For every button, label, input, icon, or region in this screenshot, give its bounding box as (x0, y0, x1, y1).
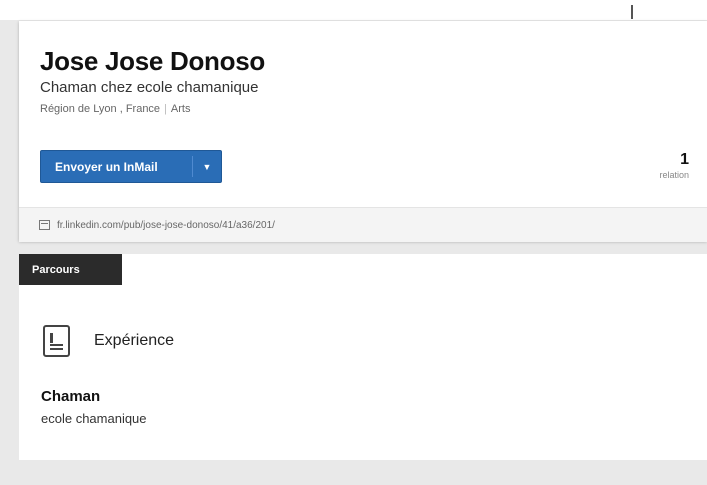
relations-count[interactable]: 1 relation (659, 151, 689, 180)
public-profile-url-bar: fr.linkedin.com/pub/jose-jose-donoso/41/… (19, 207, 707, 242)
document-icon (43, 325, 70, 357)
profile-card: Jose Jose Donoso Chaman chez ecole chama… (19, 21, 707, 242)
experience-section-title: Expérience (94, 332, 175, 349)
relations-label: relation (659, 170, 689, 180)
profile-meta: Région de Lyon , France | Arts (40, 103, 190, 115)
profile-name: Jose Jose Donoso (40, 46, 265, 76)
meta-separator: | (164, 103, 167, 115)
text-cursor (631, 5, 633, 19)
location-link[interactable]: Région de Lyon , France (40, 103, 160, 115)
profile-card-icon (39, 220, 50, 230)
tab-parcours[interactable]: Parcours (19, 254, 122, 285)
experience-company[interactable]: ecole chamanique (41, 411, 147, 426)
industry-link[interactable]: Arts (171, 103, 191, 115)
send-inmail-button[interactable]: Envoyer un InMail ▼ (40, 150, 222, 183)
experience-job-title[interactable]: Chaman (41, 388, 100, 405)
send-inmail-label: Envoyer un InMail (55, 159, 158, 174)
top-strip (0, 0, 707, 20)
relations-number: 1 (680, 151, 689, 168)
profile-headline: Chaman chez ecole chamanique (40, 79, 259, 96)
chevron-down-icon[interactable]: ▼ (193, 162, 221, 172)
public-profile-url[interactable]: fr.linkedin.com/pub/jose-jose-donoso/41/… (57, 220, 275, 231)
background-section (19, 254, 707, 460)
